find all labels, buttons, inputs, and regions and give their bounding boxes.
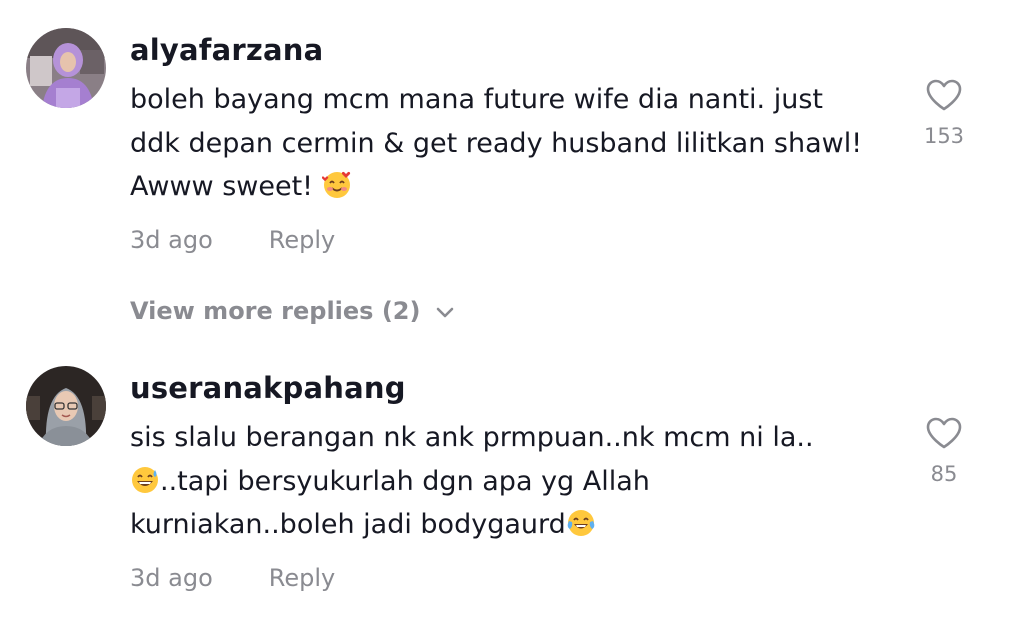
comment-line: ddk depan cermin & get ready husband lil… xyxy=(130,127,863,159)
comment-text: boleh bayang mcm mana future wife dia na… xyxy=(130,78,900,209)
comment-line: sis slalu berangan nk ank prmpuan..nk mc… xyxy=(130,422,814,453)
comment-text: sis slalu berangan nk ank prmpuan..nk mc… xyxy=(130,416,900,547)
chevron-down-icon xyxy=(436,297,454,325)
heart-icon[interactable] xyxy=(920,416,968,450)
reply-button[interactable]: Reply xyxy=(269,226,335,254)
comment-line: kurniakan..boleh jadi bodygaurd xyxy=(130,503,900,547)
comment-line-text: ..tapi bersyukurlah dgn apa yg Allah xyxy=(160,465,650,497)
username[interactable]: useranakpahang xyxy=(130,371,406,405)
heart-icon[interactable] xyxy=(920,78,968,112)
comment-line-text: Awww sweet! xyxy=(130,171,322,202)
timestamp: 3d ago xyxy=(130,564,213,592)
tears-of-joy-emoji xyxy=(566,508,596,538)
comment-meta: 3d ago Reply xyxy=(130,564,335,592)
like-count: 85 xyxy=(930,462,958,486)
comment-meta: 3d ago Reply xyxy=(130,226,335,254)
smiling-face-with-hearts-emoji xyxy=(321,170,352,200)
comment-line: Awww sweet! xyxy=(130,165,900,209)
avatar[interactable] xyxy=(26,28,106,108)
username[interactable]: alyafarzana xyxy=(130,33,323,67)
comments-list: alyafarzana boleh bayang mcm mana future… xyxy=(0,0,1012,622)
comment-line-text: kurniakan..boleh jadi bodygaurd xyxy=(130,509,566,540)
view-more-replies-label: View more replies (2) xyxy=(130,297,421,325)
like-button[interactable]: 153 xyxy=(920,78,968,148)
timestamp: 3d ago xyxy=(130,226,213,254)
reply-button[interactable]: Reply xyxy=(269,564,335,592)
grinning-sweat-emoji xyxy=(130,465,160,495)
comment-line: boleh bayang mcm mana future wife dia na… xyxy=(130,84,823,115)
comment-line: ..tapi bersyukurlah dgn apa yg Allah xyxy=(130,460,900,504)
like-count: 153 xyxy=(923,124,965,148)
avatar[interactable] xyxy=(26,366,106,446)
view-more-replies-button[interactable]: View more replies (2) xyxy=(130,297,454,325)
like-button[interactable]: 85 xyxy=(920,416,968,486)
